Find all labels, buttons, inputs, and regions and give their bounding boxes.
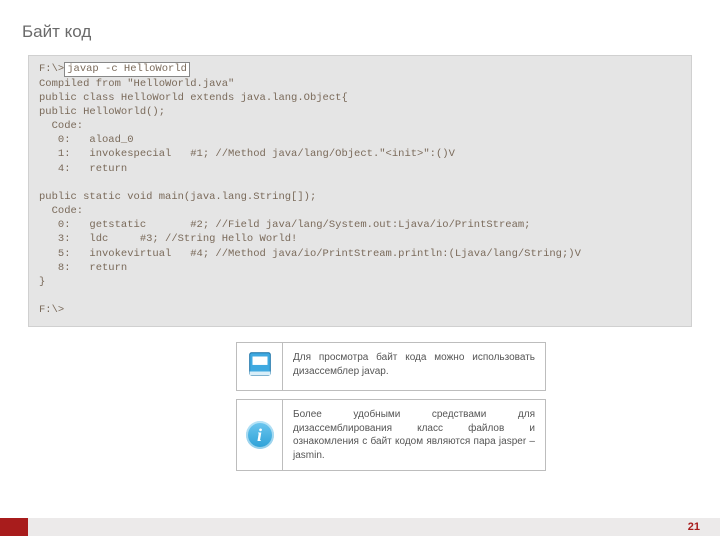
bytecode-listing: F:\>javap -c HelloWorld Compiled from "H…	[28, 55, 692, 327]
footer-bar: 21	[28, 518, 720, 536]
prompt: F:\>	[39, 63, 64, 75]
page-number: 21	[688, 521, 700, 533]
info-boxes: Для просмотра байт кода можно использова…	[236, 342, 546, 479]
info-text-jasper: Более удобными средствами для дизассембл…	[283, 400, 545, 470]
slide-title: Байт код	[22, 22, 91, 42]
footer-accent	[0, 518, 28, 536]
code-body: Compiled from "HelloWorld.java" public c…	[39, 78, 581, 317]
info-box-javap: Для просмотра байт кода можно использова…	[236, 342, 546, 391]
info-box-jasper: i Более удобными средствами для дизассем…	[236, 399, 546, 471]
book-icon	[245, 349, 275, 384]
info-icon-cell: i	[237, 400, 283, 470]
footer-band: 21	[0, 518, 720, 536]
command-highlight: javap -c HelloWorld	[64, 62, 190, 77]
book-icon-cell	[237, 343, 283, 390]
info-text-javap: Для просмотра байт кода можно использова…	[283, 343, 545, 390]
info-icon: i	[246, 421, 274, 449]
